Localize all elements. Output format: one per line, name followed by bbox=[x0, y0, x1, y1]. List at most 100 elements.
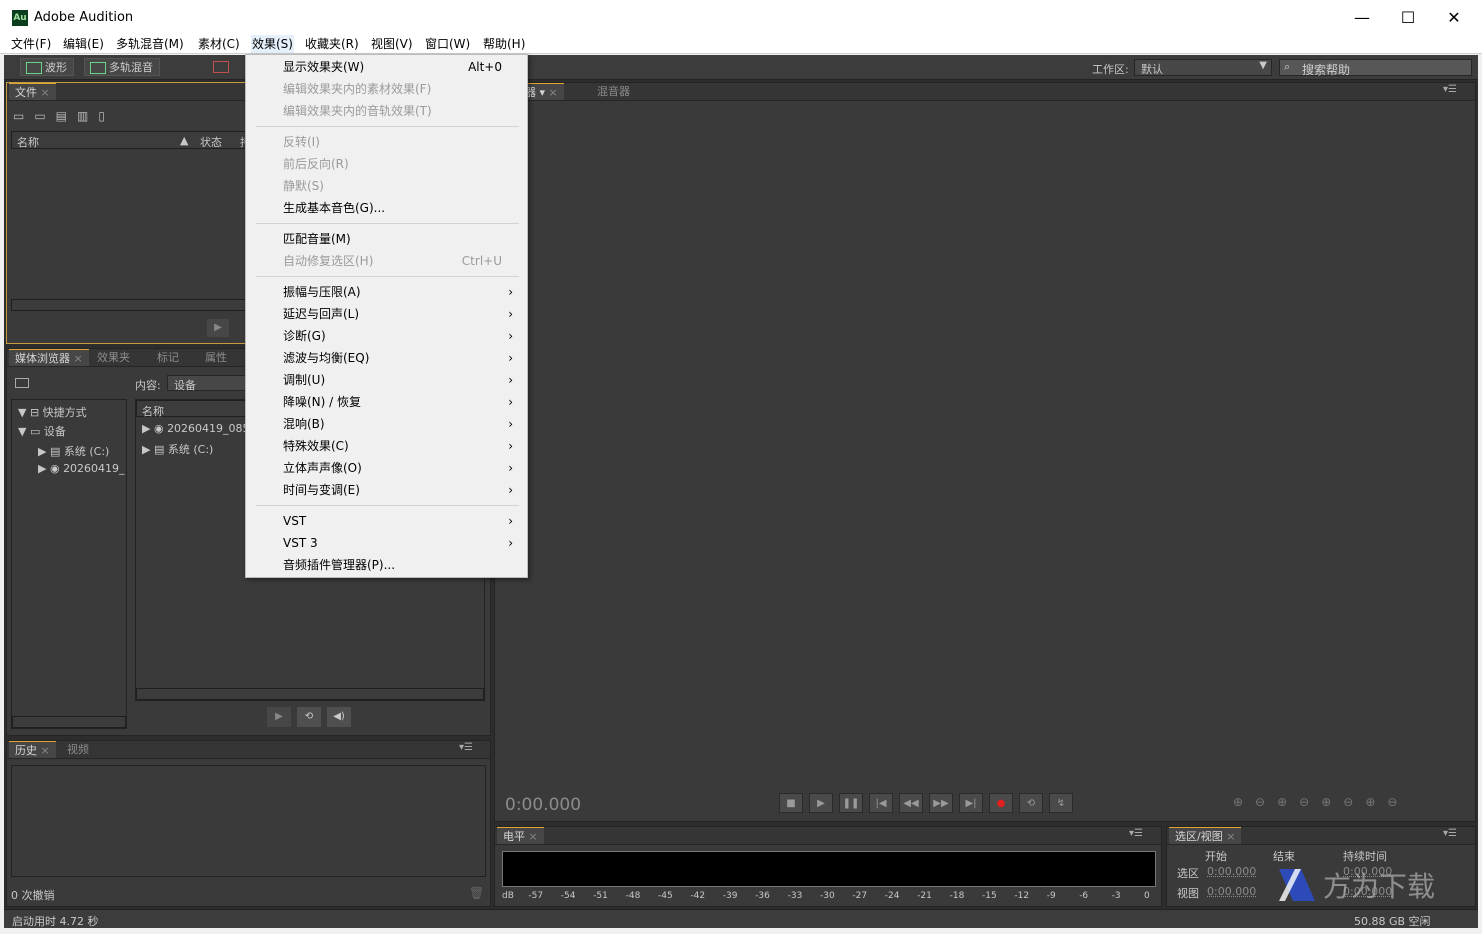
effects-menu-item[interactable]: 生成基本音色(G)... bbox=[246, 197, 527, 219]
go-end-button[interactable]: ▶| bbox=[959, 793, 983, 813]
fast-forward-button[interactable]: ▶▶ bbox=[929, 793, 953, 813]
effects-menu-item[interactable]: 滤波与均衡(EQ) › bbox=[246, 347, 527, 369]
autoplay-icon[interactable]: ◀) bbox=[327, 707, 351, 727]
effects-menu-item[interactable]: 反转(I) bbox=[246, 131, 527, 153]
editor-canvas[interactable] bbox=[495, 102, 1475, 798]
drive-icon[interactable] bbox=[15, 378, 29, 388]
files-toolbar-icons[interactable]: ▭▭▤▥▯ bbox=[13, 109, 115, 123]
chevron-right-icon: › bbox=[508, 329, 513, 343]
tab-mixer[interactable]: 混音器 bbox=[591, 83, 636, 100]
search-input[interactable]: ⌕ 搜索帮助 bbox=[1279, 59, 1472, 77]
workspace-select[interactable]: 默认 ▼ bbox=[1134, 59, 1272, 76]
chevron-right-icon: › bbox=[508, 514, 513, 528]
menu-help[interactable]: 帮助(H) bbox=[482, 35, 526, 53]
panel-menu-icon[interactable]: ▾☰ bbox=[1443, 84, 1457, 95]
effects-menu-item[interactable]: 静默(S) bbox=[246, 175, 527, 197]
effects-menu-item[interactable]: 延迟与回声(L) › bbox=[246, 303, 527, 325]
menu-edit[interactable]: 编辑(E) bbox=[62, 35, 105, 53]
col-status[interactable]: 状态 bbox=[200, 134, 222, 150]
effects-menu-item[interactable]: 前后反向(R) bbox=[246, 153, 527, 175]
menu-effects[interactable]: 效果(S) bbox=[251, 35, 294, 53]
panel-menu-icon[interactable]: ▾☰ bbox=[1443, 828, 1457, 839]
menu-clip[interactable]: 素材(C) bbox=[197, 35, 241, 53]
menu-view[interactable]: 视图(V) bbox=[370, 35, 414, 53]
tab-video[interactable]: 视频 bbox=[61, 741, 95, 758]
close-icon[interactable]: × bbox=[549, 86, 558, 99]
selection-start-field[interactable]: 0:00.000 bbox=[1207, 865, 1256, 878]
effects-menu-item[interactable]: 振幅与压限(A) › bbox=[246, 281, 527, 303]
skip-button[interactable]: ↯ bbox=[1049, 793, 1073, 813]
tab-properties[interactable]: 属性 bbox=[199, 349, 233, 366]
effects-menu-item[interactable]: 时间与变调(E) › bbox=[246, 479, 527, 501]
tab-markers[interactable]: 标记 bbox=[151, 349, 185, 366]
close-icon[interactable]: × bbox=[74, 352, 83, 365]
record-mode-icon[interactable] bbox=[213, 61, 229, 73]
minimize-button[interactable]: — bbox=[1339, 4, 1385, 32]
files-list[interactable] bbox=[11, 149, 247, 299]
effects-menu-item[interactable]: 编辑效果夹内的音轨效果(T) bbox=[246, 100, 527, 122]
effects-menu-item[interactable]: VST 3 › bbox=[246, 532, 527, 554]
effects-menu-item[interactable]: 立体声声像(O) › bbox=[246, 457, 527, 479]
rewind-button[interactable]: ◀◀ bbox=[899, 793, 923, 813]
history-list[interactable] bbox=[11, 765, 486, 877]
close-icon[interactable]: × bbox=[41, 744, 50, 757]
close-icon[interactable]: × bbox=[41, 86, 50, 99]
chevron-right-icon: › bbox=[508, 307, 513, 321]
panel-menu-icon[interactable]: ▾☰ bbox=[459, 742, 473, 753]
media-col-name[interactable]: 名称 bbox=[142, 403, 164, 419]
list-item[interactable]: ▶ ◉ 20260419_085 bbox=[142, 422, 250, 435]
tab-selection-view[interactable]: 选区/视图 × bbox=[1169, 827, 1242, 844]
col-name[interactable]: 名称 bbox=[17, 134, 39, 150]
effects-menu-item[interactable]: 自动修复选区(H) Ctrl+U bbox=[246, 250, 527, 272]
pause-button[interactable]: ❚❚ bbox=[839, 793, 863, 813]
media-list-scrollbar[interactable] bbox=[136, 688, 484, 700]
tree-item-shortcuts[interactable]: ▼ ⊟ 快捷方式 bbox=[18, 404, 87, 420]
view-start-field[interactable]: 0:00.000 bbox=[1207, 885, 1256, 898]
effects-menu-item[interactable]: 诊断(G) › bbox=[246, 325, 527, 347]
play-icon[interactable]: ▶ bbox=[207, 319, 229, 337]
maximize-button[interactable]: ☐ bbox=[1385, 4, 1431, 32]
files-scrollbar[interactable] bbox=[11, 299, 247, 311]
effects-menu-item[interactable]: VST › bbox=[246, 510, 527, 532]
menu-window[interactable]: 窗口(W) bbox=[424, 35, 471, 53]
effects-menu-item[interactable]: 调制(U) › bbox=[246, 369, 527, 391]
content-select[interactable]: 设备 bbox=[167, 375, 247, 392]
tree-item-devices[interactable]: ▼ ▭ 设备 bbox=[18, 423, 66, 439]
close-icon[interactable]: × bbox=[1226, 830, 1235, 843]
trash-icon[interactable]: 🗑 bbox=[469, 886, 484, 900]
preview-play-icon[interactable]: ▶ bbox=[267, 707, 291, 727]
effects-menu-item[interactable]: 匹配音量(M) bbox=[246, 228, 527, 250]
list-item[interactable]: ▶ ▤ 系统 (C:) bbox=[142, 441, 213, 457]
stop-button[interactable]: ■ bbox=[779, 793, 803, 813]
waveform-view-button[interactable]: 波形 bbox=[20, 58, 74, 76]
menu-multitrack[interactable]: 多轨混音(M) bbox=[115, 35, 185, 53]
loop-button[interactable]: ⟲ bbox=[1019, 793, 1043, 813]
record-button[interactable]: ● bbox=[989, 793, 1013, 813]
tab-files[interactable]: 文件 × bbox=[9, 83, 56, 100]
effects-menu-item[interactable]: 降噪(N) / 恢复 › bbox=[246, 391, 527, 413]
tree-item-disc[interactable]: ▶ ◉ 20260419_ bbox=[38, 462, 125, 475]
play-button[interactable]: ▶ bbox=[809, 793, 833, 813]
tab-history[interactable]: 历史 × bbox=[9, 741, 56, 758]
close-icon[interactable]: × bbox=[529, 830, 538, 843]
tab-levels[interactable]: 电平 × bbox=[497, 827, 544, 844]
go-start-button[interactable]: |◀ bbox=[869, 793, 893, 813]
level-scale-label: -27 bbox=[852, 891, 868, 901]
tree-item-system-c[interactable]: ▶ ▤ 系统 (C:) bbox=[38, 443, 109, 459]
effects-menu-item[interactable]: 编辑效果夹内的素材效果(F) bbox=[246, 78, 527, 100]
multitrack-view-button[interactable]: 多轨混音 bbox=[84, 58, 160, 76]
effects-menu-item[interactable]: 音频插件管理器(P)... bbox=[246, 554, 527, 576]
effects-menu-item[interactable]: 显示效果夹(W) Alt+0 bbox=[246, 56, 527, 78]
tab-effects-rack[interactable]: 效果夹 bbox=[91, 349, 136, 366]
menu-file[interactable]: 文件(F) bbox=[10, 35, 52, 53]
effects-menu-item[interactable]: 特殊效果(C) › bbox=[246, 435, 527, 457]
close-button[interactable]: ✕ bbox=[1431, 4, 1477, 32]
tree-scrollbar[interactable] bbox=[12, 716, 126, 728]
loop-icon[interactable]: ⟲ bbox=[297, 707, 321, 727]
menu-favorites[interactable]: 收藏夹(R) bbox=[304, 35, 360, 53]
chevron-right-icon: › bbox=[508, 395, 513, 409]
zoom-icons[interactable]: ⊕⊖⊕⊖⊕⊖⊕⊖ bbox=[1233, 795, 1409, 809]
effects-menu-item[interactable]: 混响(B) › bbox=[246, 413, 527, 435]
tab-media-browser[interactable]: 媒体浏览器 × bbox=[9, 349, 89, 366]
panel-menu-icon[interactable]: ▾☰ bbox=[1129, 828, 1143, 839]
